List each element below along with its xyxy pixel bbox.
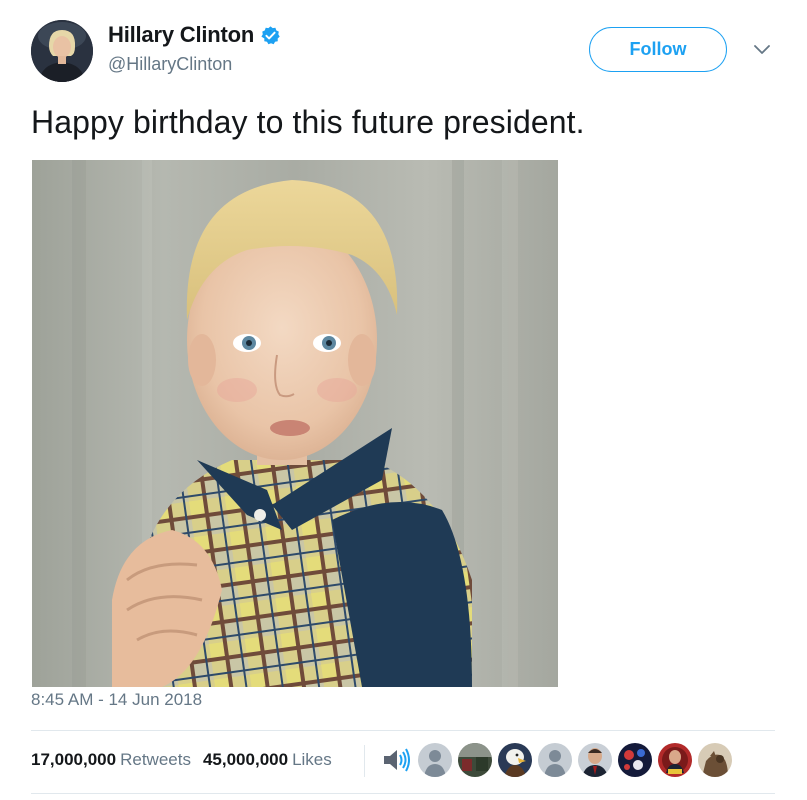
photo-avatar-icon[interactable] <box>458 743 492 777</box>
tweet-card: Hillary Clinton @HillaryClinton Follow H… <box>0 0 807 800</box>
author-name-row: Hillary Clinton <box>108 22 281 48</box>
liker-avatars <box>378 741 738 779</box>
retweets-count: 17,000,000 <box>31 750 117 769</box>
chevron-down-icon[interactable] <box>752 43 772 57</box>
child-portrait-image <box>32 160 558 687</box>
tweet-text: Happy birthday to this future president. <box>31 104 585 140</box>
tweet-timestamp[interactable]: 8:45 AM - 14 Jun 2018 <box>31 690 202 710</box>
tweet-photo[interactable] <box>32 160 558 687</box>
verified-badge-icon <box>260 25 281 46</box>
likes-label: Likes <box>292 750 332 769</box>
author-name[interactable]: Hillary Clinton <box>108 22 254 48</box>
stats-separator <box>364 745 365 777</box>
animal-avatar-icon[interactable] <box>698 743 732 777</box>
author-avatar[interactable] <box>31 20 93 82</box>
engagement-stats: 17,000,000 Retweets 45,000,000 Likes <box>31 750 332 770</box>
default-avatar-icon[interactable] <box>538 743 572 777</box>
author-avatar-image <box>31 20 93 82</box>
eagle-avatar-icon[interactable] <box>498 743 532 777</box>
speaker-avatar-icon[interactable] <box>378 743 412 777</box>
man-avatar-icon[interactable] <box>578 743 612 777</box>
divider-top <box>31 730 775 731</box>
divider-bottom <box>31 793 775 794</box>
default-avatar-icon[interactable] <box>418 743 452 777</box>
follow-button[interactable]: Follow <box>589 27 727 72</box>
retweets-label: Retweets <box>120 750 191 769</box>
likes-stat[interactable]: 45,000,000 Likes <box>203 750 332 770</box>
fireworks-avatar-icon[interactable] <box>618 743 652 777</box>
badge-avatar-icon[interactable] <box>658 743 692 777</box>
author-handle[interactable]: @HillaryClinton <box>108 54 232 75</box>
likes-count: 45,000,000 <box>202 750 289 769</box>
retweets-stat[interactable]: 17,000,000 Retweets <box>31 750 191 770</box>
